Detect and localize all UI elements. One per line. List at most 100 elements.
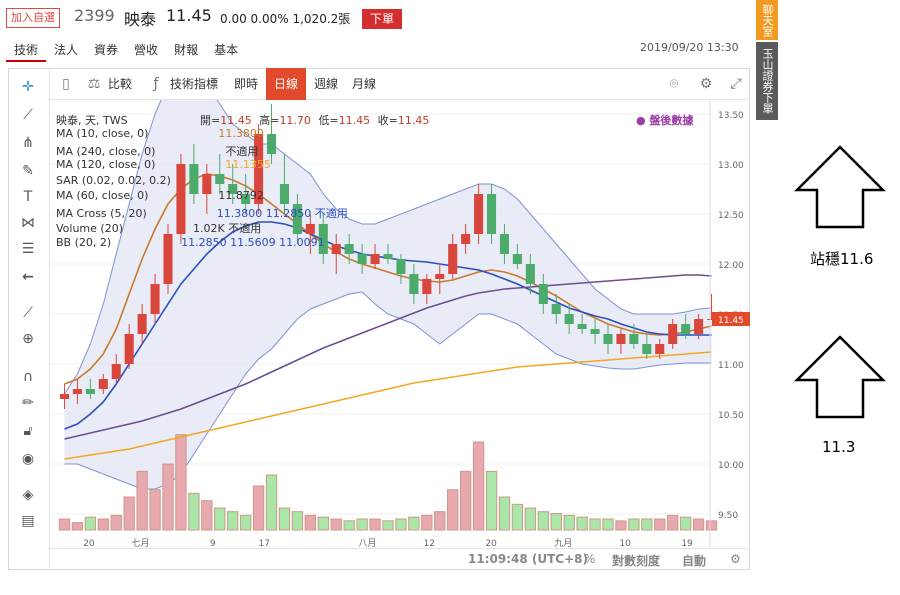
stock-name: 映泰 xyxy=(124,10,157,29)
tab-institutional[interactable]: 法人 xyxy=(46,40,86,62)
pattern-icon[interactable]: ⋈ xyxy=(15,212,41,234)
volume-bar xyxy=(485,470,498,531)
volume-bar xyxy=(408,516,420,531)
daily-button[interactable]: 日線 xyxy=(266,68,307,100)
candle-body xyxy=(629,334,639,344)
magnet-icon[interactable]: ∩ xyxy=(15,366,41,388)
legend-row-value: 1.02K 不適用 xyxy=(193,222,262,235)
price-tick-label: 13.50 xyxy=(718,111,744,121)
candle-body xyxy=(111,364,121,379)
legend-row-value: 11.2850 11.5609 11.0091 xyxy=(181,235,325,249)
x-tick-label: 12 xyxy=(424,539,435,548)
compare-button[interactable]: 比較 xyxy=(108,68,132,100)
back-arrow-icon[interactable]: ← xyxy=(15,266,41,288)
auto-scale-toggle[interactable]: 自動 xyxy=(682,552,706,569)
zoom-in-icon[interactable]: ⊕ xyxy=(15,328,41,350)
after-hours-label: ● 盤後數據 xyxy=(636,114,694,127)
volume-bar xyxy=(149,489,161,531)
x-tick-label: 20 xyxy=(83,539,95,548)
indicator-icon[interactable]: ƒ xyxy=(146,74,166,94)
compare-icon[interactable]: ⚖ xyxy=(84,74,104,94)
fork-icon[interactable]: ⋔ xyxy=(15,132,41,154)
legend-row-name: MA (10, close, 0) xyxy=(56,127,149,140)
pencil-lock-icon[interactable]: ✏ xyxy=(15,392,41,414)
bottom-settings-icon[interactable]: ⚙ xyxy=(730,552,741,566)
settings-icon[interactable]: ⚙ xyxy=(696,74,716,94)
volume-bar xyxy=(343,520,355,531)
volume-bar xyxy=(252,485,265,531)
volume-bar xyxy=(278,507,291,531)
chat-room-tab[interactable]: 聊天室 xyxy=(756,0,778,40)
legend-row-name: Volume (20) xyxy=(56,222,123,235)
volume-bar xyxy=(175,434,187,531)
layers-icon[interactable]: ◈ xyxy=(15,484,41,506)
broker-order-tab[interactable]: 玉山證券下單 xyxy=(756,42,778,120)
candle-body xyxy=(344,244,354,254)
volume-bar xyxy=(136,470,148,531)
realtime-button[interactable]: 即時 xyxy=(234,68,258,100)
tab-technical[interactable]: 技術 xyxy=(6,40,47,62)
candle-body xyxy=(616,334,626,344)
timestamp: 2019/09/20 13:30 xyxy=(640,41,739,54)
trash-icon[interactable]: ▤ xyxy=(15,510,41,532)
candle-body xyxy=(357,254,367,264)
eye-icon[interactable]: ◉ xyxy=(15,448,41,470)
legend-row-name: BB (20, 2) xyxy=(56,235,112,249)
line-icon[interactable]: ⟋ xyxy=(15,104,41,126)
candle-body xyxy=(681,324,691,334)
lock-icon[interactable]: 🔓︎ xyxy=(15,420,41,442)
ruler-icon[interactable]: ⟋ xyxy=(15,302,41,324)
legend-row: MA (240, close, 0) 不適用 xyxy=(56,143,258,159)
fib-icon[interactable]: ☰ xyxy=(15,238,41,260)
resistance-annotation: 站穩11.6 xyxy=(810,250,874,268)
candle-body xyxy=(603,334,613,344)
current-price-label: 11.45 xyxy=(718,316,744,326)
volume-bar xyxy=(472,441,485,531)
weekly-button[interactable]: 週線 xyxy=(314,68,338,100)
volume-bar xyxy=(498,496,511,531)
candle-body xyxy=(590,329,600,334)
candle-type-icon[interactable]: ▯ xyxy=(56,74,76,94)
monthly-button[interactable]: 月線 xyxy=(352,68,376,100)
volume-bar xyxy=(434,511,446,531)
add-watchlist-button[interactable]: 加入自選 xyxy=(6,8,60,28)
text-icon[interactable]: T xyxy=(15,186,41,208)
tab-basic[interactable]: 基本 xyxy=(206,40,246,62)
price-tick-label: 10.50 xyxy=(718,411,744,421)
tab-financials[interactable]: 財報 xyxy=(166,40,206,62)
price-tick-label: 12.50 xyxy=(718,211,744,221)
camera-icon[interactable]: ⌾ xyxy=(664,74,684,94)
percent-toggle[interactable]: % xyxy=(584,552,595,566)
tab-margin[interactable]: 資券 xyxy=(86,40,126,62)
candle-body xyxy=(525,264,535,284)
indicators-button[interactable]: 技術指標 xyxy=(170,68,218,100)
volume-bar xyxy=(511,503,524,531)
crosshair-icon[interactable]: ✛ xyxy=(15,76,41,98)
volume-bar xyxy=(705,520,718,531)
candle-body xyxy=(331,244,341,254)
legend-row-name: MA (120, close, 0) xyxy=(56,158,156,171)
brush-icon[interactable]: ✎ xyxy=(15,160,41,182)
legend-row-value: 11.8792 xyxy=(218,189,264,202)
candle-body xyxy=(72,389,82,394)
candle-body xyxy=(694,319,704,334)
volume-bar xyxy=(84,516,97,531)
legend-row: BB (20, 2) 11.2850 11.5609 11.0091 xyxy=(56,236,325,249)
volume-bar xyxy=(110,514,122,531)
volume-bar xyxy=(589,518,601,531)
volume-bar xyxy=(524,507,537,531)
tab-revenue[interactable]: 營收 xyxy=(126,40,166,62)
volume-bar xyxy=(654,518,666,531)
log-scale-toggle[interactable]: 對數刻度 xyxy=(612,552,660,569)
x-tick-label: 九月 xyxy=(554,538,572,548)
volume-bar xyxy=(317,516,329,531)
fullscreen-icon[interactable]: ⤢ xyxy=(726,74,746,94)
stock-price: 11.45 xyxy=(166,6,212,25)
price-tick-label: 13.00 xyxy=(718,161,744,171)
legend-row-value: 11.3800 11.2850 不適用 xyxy=(216,206,348,220)
volume-bar xyxy=(395,518,407,531)
volume-bar xyxy=(265,474,278,531)
candle-body xyxy=(383,254,393,259)
order-button[interactable]: 下單 xyxy=(362,9,402,29)
x-tick-label: 9 xyxy=(210,539,216,548)
